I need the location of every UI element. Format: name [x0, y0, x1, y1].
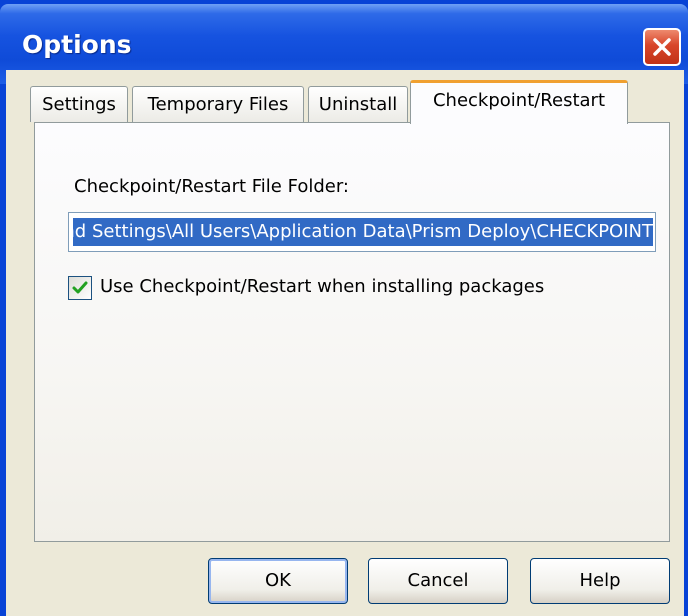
- tab-temporary-files[interactable]: Temporary Files: [132, 86, 304, 122]
- folder-label: Checkpoint/Restart File Folder:: [74, 176, 349, 197]
- close-icon: [653, 38, 671, 56]
- tab-uninstall[interactable]: Uninstall: [308, 86, 408, 122]
- folder-path-selection: C:\Documents and Settings\All Users\Appl…: [73, 218, 653, 246]
- tab-checkpoint-restart[interactable]: Checkpoint/Restart: [410, 80, 628, 124]
- tab-settings[interactable]: Settings: [30, 86, 128, 122]
- checkmark-icon: [72, 281, 88, 294]
- checkpoint-checkbox[interactable]: [68, 276, 92, 300]
- window-title: Options: [22, 30, 132, 59]
- help-button[interactable]: Help: [530, 558, 670, 604]
- folder-path-input[interactable]: C:\Documents and Settings\All Users\Appl…: [68, 212, 656, 252]
- folder-path-text: C:\Documents and Settings\All Users\Appl…: [73, 221, 653, 242]
- checkpoint-checkbox-label: Use Checkpoint/Restart when installing p…: [100, 276, 545, 297]
- close-button[interactable]: [643, 28, 681, 66]
- options-dialog: Options Settings Temporary Files Uninsta…: [0, 0, 688, 616]
- cancel-button[interactable]: Cancel: [368, 558, 508, 604]
- ok-button[interactable]: OK: [208, 558, 348, 604]
- dialog-body: Settings Temporary Files Uninstall Check…: [6, 70, 684, 616]
